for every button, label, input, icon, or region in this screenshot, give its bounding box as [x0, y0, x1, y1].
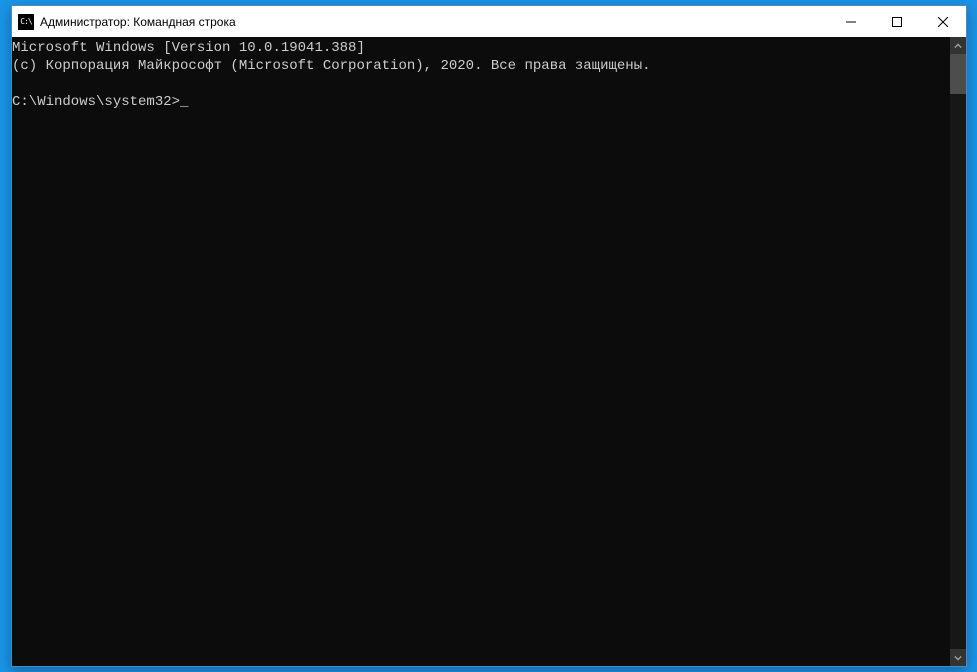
- close-icon: [938, 17, 948, 27]
- window-title: Администратор: Командная строка: [40, 15, 828, 29]
- scroll-up-button[interactable]: [950, 37, 966, 54]
- minimize-button[interactable]: [828, 6, 874, 37]
- scrollbar-track[interactable]: [950, 54, 966, 649]
- scroll-down-button[interactable]: [950, 649, 966, 666]
- maximize-button[interactable]: [874, 6, 920, 37]
- scrollbar-thumb[interactable]: [950, 54, 966, 94]
- command-prompt-window: C:\ Администратор: Командная строка Micr…: [11, 5, 967, 667]
- close-button[interactable]: [920, 6, 966, 37]
- titlebar[interactable]: C:\ Администратор: Командная строка: [12, 6, 966, 37]
- console-container: Microsoft Windows [Version 10.0.19041.38…: [12, 37, 966, 666]
- console-prompt: C:\Windows\system32>: [12, 94, 188, 110]
- console-line: Microsoft Windows [Version 10.0.19041.38…: [12, 40, 365, 56]
- minimize-icon: [846, 17, 856, 27]
- chevron-down-icon: [954, 654, 962, 662]
- vertical-scrollbar[interactable]: [950, 37, 966, 666]
- window-controls: [828, 6, 966, 37]
- console-output[interactable]: Microsoft Windows [Version 10.0.19041.38…: [12, 37, 950, 666]
- console-line: (c) Корпорация Майкрософт (Microsoft Cor…: [12, 58, 651, 74]
- chevron-up-icon: [954, 42, 962, 50]
- cmd-icon: C:\: [18, 14, 34, 30]
- maximize-icon: [892, 17, 902, 27]
